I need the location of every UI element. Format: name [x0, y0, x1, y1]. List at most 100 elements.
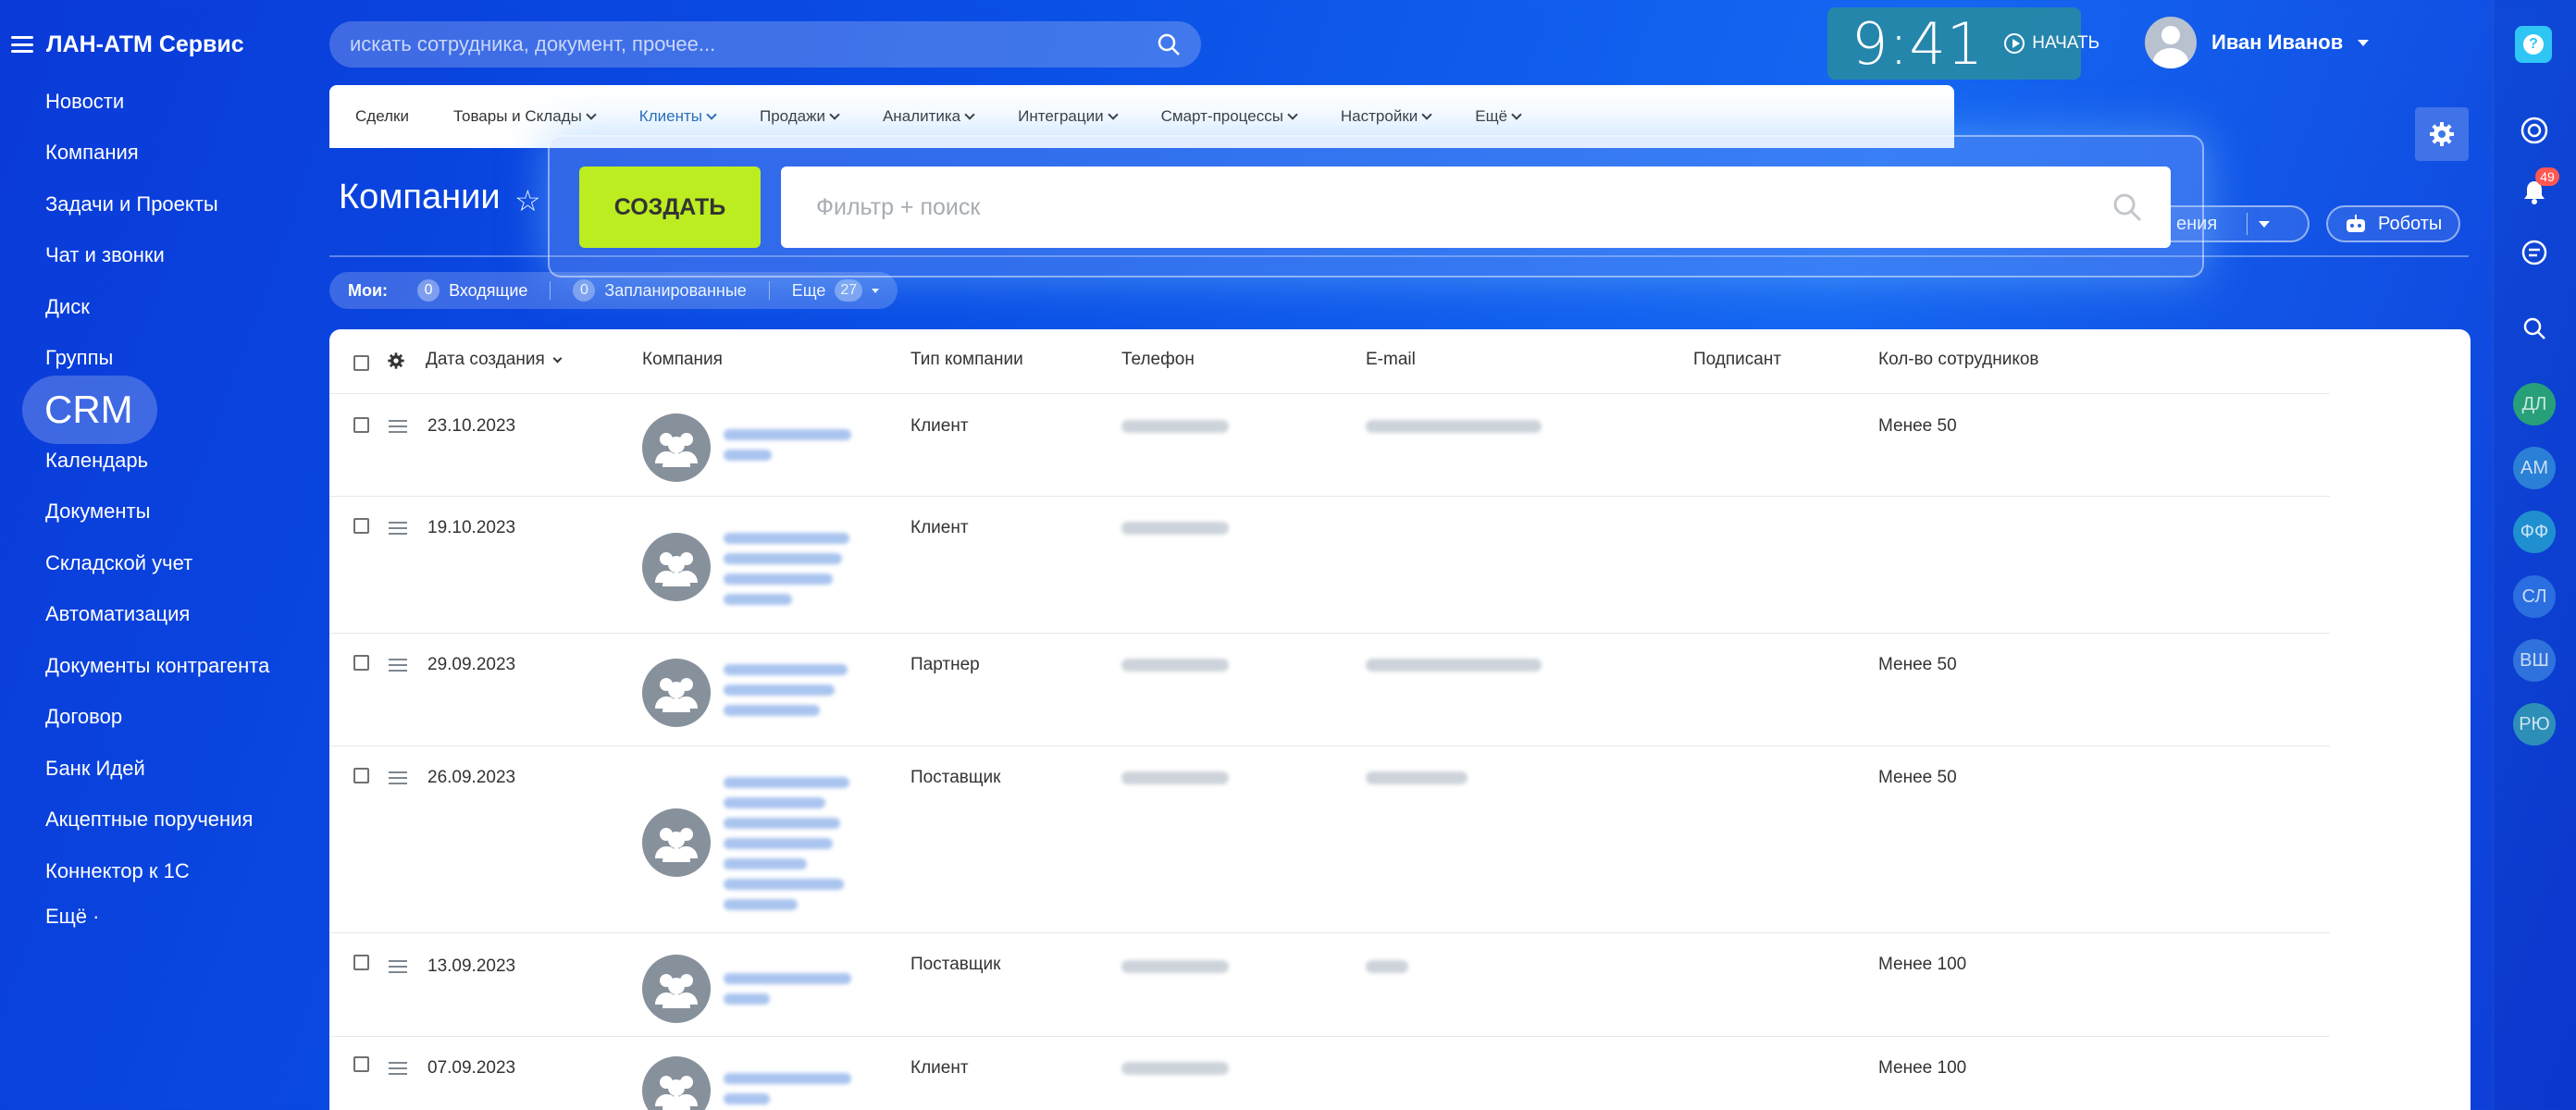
- contact-avatar-2[interactable]: АМ: [2513, 447, 2556, 489]
- nav-item-ideas[interactable]: Банк Идей: [45, 757, 145, 781]
- company-name-redacted[interactable]: [724, 777, 849, 788]
- nav-item-chat[interactable]: Чат и звонки: [45, 243, 165, 267]
- nav-item-documents[interactable]: Документы: [45, 500, 150, 524]
- nav-item-news[interactable]: Новости: [45, 90, 124, 114]
- nav-item-tasks[interactable]: Задачи и Проекты: [45, 192, 218, 216]
- menu-item-clients[interactable]: Клиенты: [639, 107, 717, 126]
- star-icon[interactable]: ☆: [514, 183, 541, 218]
- user-menu[interactable]: Иван Иванов: [2145, 17, 2370, 68]
- row-checkbox[interactable]: [353, 417, 369, 433]
- column-header-phone[interactable]: Телефон: [1121, 350, 1195, 370]
- phone-redacted[interactable]: [1121, 1062, 1229, 1075]
- settings-button[interactable]: [2415, 107, 2469, 161]
- column-header-company[interactable]: Компания: [642, 350, 723, 370]
- contact-avatar-1[interactable]: ДЛ: [2513, 383, 2556, 426]
- phone-redacted[interactable]: [1121, 771, 1229, 784]
- incoming-count[interactable]: 0: [417, 279, 440, 302]
- row-checkbox[interactable]: [353, 1056, 369, 1072]
- menu-item-more[interactable]: Ещё: [1475, 107, 1522, 126]
- incoming-label[interactable]: Входящие: [449, 281, 527, 301]
- search-icon[interactable]: [2112, 191, 2143, 223]
- nav-item-disk[interactable]: Диск: [45, 295, 90, 319]
- select-all-checkbox[interactable]: [353, 355, 369, 371]
- column-header-date[interactable]: Дата создания: [426, 350, 563, 370]
- timer-start-button[interactable]: НАЧАТЬ: [2004, 33, 2099, 54]
- company-name-redacted[interactable]: [724, 797, 825, 808]
- company-name-redacted[interactable]: [724, 993, 770, 1005]
- nav-item-crm[interactable]: CRM: [22, 376, 157, 444]
- rail-search-icon[interactable]: [2513, 307, 2556, 350]
- company-name-redacted[interactable]: [724, 899, 798, 910]
- company-name-redacted[interactable]: [724, 664, 848, 675]
- column-header-type[interactable]: Тип компании: [910, 350, 1023, 370]
- drag-handle-icon[interactable]: [389, 771, 407, 784]
- company-name-redacted[interactable]: [724, 838, 833, 849]
- help-button[interactable]: ?: [2515, 26, 2552, 63]
- menu-item-settings[interactable]: Настройки: [1341, 107, 1432, 126]
- phone-redacted[interactable]: [1121, 960, 1229, 973]
- drag-handle-icon[interactable]: [389, 659, 407, 672]
- company-name-redacted[interactable]: [724, 818, 840, 829]
- gear-icon[interactable]: [387, 352, 405, 370]
- robots-button[interactable]: Роботы: [2326, 205, 2461, 242]
- menu-item-integrations[interactable]: Интеграции: [1018, 107, 1119, 126]
- email-redacted[interactable]: [1366, 960, 1408, 973]
- company-name-redacted[interactable]: [724, 429, 851, 440]
- row-checkbox[interactable]: [353, 655, 369, 671]
- search-icon[interactable]: [1157, 32, 1181, 56]
- drag-handle-icon[interactable]: [389, 1062, 407, 1075]
- phone-redacted[interactable]: [1121, 522, 1229, 535]
- nav-item-calendar[interactable]: Календарь: [45, 449, 148, 473]
- drag-handle-icon[interactable]: [389, 420, 407, 433]
- company-name-redacted[interactable]: [724, 450, 772, 461]
- nav-item-1c[interactable]: Коннектор к 1С: [45, 859, 190, 883]
- email-redacted[interactable]: [1366, 420, 1542, 433]
- company-name-redacted[interactable]: [724, 705, 820, 716]
- company-name-redacted[interactable]: [724, 879, 844, 890]
- column-header-signer[interactable]: Подписант: [1693, 350, 1781, 370]
- nav-item-contract[interactable]: Договор: [45, 705, 122, 729]
- company-name-redacted[interactable]: [724, 553, 842, 564]
- nav-item-more[interactable]: Ещё ·: [45, 905, 99, 929]
- menu-burger-icon[interactable]: [11, 36, 33, 53]
- nav-item-acceptance[interactable]: Акцептные поручения: [45, 808, 253, 832]
- contact-avatar-5[interactable]: ВШ: [2513, 639, 2556, 682]
- company-name-redacted[interactable]: [724, 684, 835, 696]
- company-name-redacted[interactable]: [724, 973, 851, 984]
- menu-item-sales[interactable]: Продажи: [760, 107, 840, 126]
- contact-avatar-6[interactable]: РЮ: [2513, 703, 2556, 746]
- company-name-redacted[interactable]: [724, 533, 849, 544]
- chevron-down-icon[interactable]: [872, 288, 880, 293]
- phone-redacted[interactable]: [1121, 420, 1229, 433]
- company-name-redacted[interactable]: [724, 1093, 770, 1104]
- company-name-redacted[interactable]: [724, 1073, 851, 1084]
- company-name-redacted[interactable]: [724, 594, 792, 605]
- contact-avatar-4[interactable]: СЛ: [2513, 575, 2556, 618]
- company-name-redacted[interactable]: [724, 858, 807, 870]
- drag-handle-icon[interactable]: [389, 960, 407, 973]
- menu-item-analytics[interactable]: Аналитика: [883, 107, 975, 126]
- nav-item-automation[interactable]: Автоматизация: [45, 602, 190, 626]
- copilot-icon[interactable]: [2513, 109, 2556, 152]
- more-counters-count[interactable]: 27: [835, 279, 863, 302]
- menu-item-goods[interactable]: Товары и Склады: [453, 107, 597, 126]
- more-counters-label[interactable]: Еще: [792, 281, 826, 301]
- menu-item-smart-processes[interactable]: Смарт-процессы: [1161, 107, 1298, 126]
- column-header-employees[interactable]: Кол-во сотрудников: [1878, 350, 2039, 370]
- work-timer[interactable]: 9:41 НАЧАТЬ: [1827, 7, 2099, 80]
- drag-handle-icon[interactable]: [389, 522, 407, 535]
- row-checkbox[interactable]: [353, 518, 369, 534]
- nav-item-warehouse[interactable]: Складской учет: [45, 551, 192, 575]
- company-name-redacted[interactable]: [724, 574, 833, 585]
- contact-avatar-3[interactable]: ФФ: [2513, 511, 2556, 553]
- search-input[interactable]: искать сотрудника, документ, прочее...: [329, 21, 1201, 68]
- email-redacted[interactable]: [1366, 771, 1468, 784]
- planned-label[interactable]: Запланированные: [604, 281, 746, 301]
- row-checkbox[interactable]: [353, 955, 369, 970]
- create-button[interactable]: СОЗДАТЬ: [579, 166, 761, 248]
- column-header-email[interactable]: E-mail: [1366, 350, 1416, 370]
- phone-redacted[interactable]: [1121, 659, 1229, 672]
- chat-icon[interactable]: [2513, 231, 2556, 274]
- nav-item-contractor-docs[interactable]: Документы контрагента: [45, 654, 269, 678]
- menu-item-deals[interactable]: Сделки: [355, 107, 409, 126]
